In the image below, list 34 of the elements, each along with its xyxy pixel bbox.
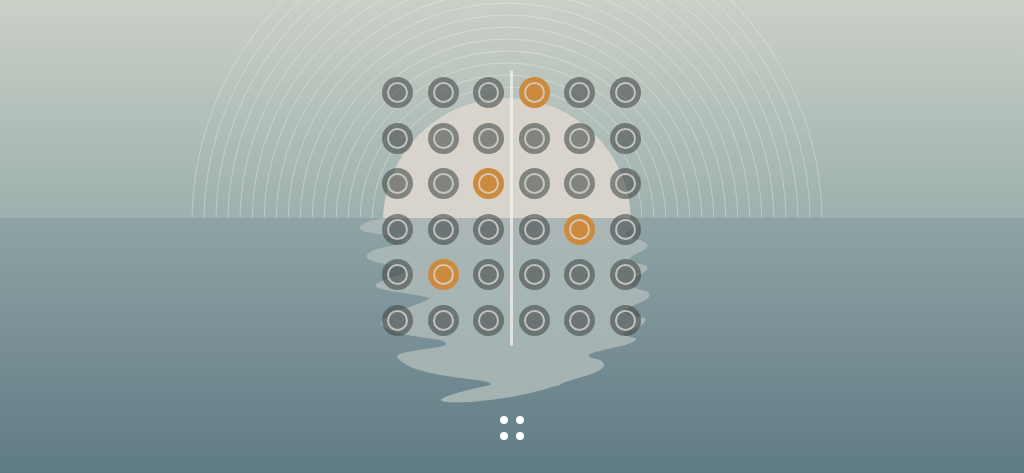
grid-dot-button[interactable]	[473, 77, 504, 108]
grid-dot-button[interactable]	[382, 77, 413, 108]
grid-dot-button[interactable]	[609, 304, 641, 336]
grid-dot-button[interactable]	[518, 213, 550, 245]
grid-dot-button[interactable]	[473, 213, 504, 245]
grid-dot-button[interactable]	[518, 304, 550, 336]
grid-dot-button[interactable]	[473, 122, 504, 154]
grid-dot-button[interactable]	[609, 168, 641, 199]
grid-dot-button[interactable]	[609, 77, 641, 108]
grid-dot-button[interactable]	[609, 122, 641, 154]
grid-dot-button[interactable]	[564, 77, 595, 108]
grid-dot-button[interactable]	[427, 304, 459, 336]
grid-dot-button[interactable]	[564, 122, 595, 154]
grid-dot-button[interactable]	[382, 213, 413, 245]
grid-dot-button[interactable]	[473, 259, 504, 290]
grid-dot-button[interactable]	[427, 77, 459, 108]
grid-dot-button[interactable]	[609, 259, 641, 290]
grid-dot-button[interactable]	[427, 122, 459, 154]
grid-dot-button[interactable]	[382, 259, 413, 290]
grid-dot-button[interactable]	[609, 213, 641, 245]
grid-dot-button[interactable]	[564, 259, 595, 290]
grid-dot-button[interactable]	[518, 122, 550, 154]
grid-dot-button[interactable]	[427, 168, 459, 199]
grid-dot-button[interactable]	[473, 304, 504, 336]
grid-dot-button[interactable]	[518, 168, 550, 199]
grid-dot-button[interactable]	[427, 213, 459, 245]
menu-button[interactable]	[497, 413, 527, 443]
grid-dot-button[interactable]	[382, 122, 413, 154]
grid-dot-button[interactable]	[382, 168, 413, 199]
grid-dot-button[interactable]	[518, 259, 550, 290]
four-dots-icon	[500, 416, 524, 440]
grid-dot-button[interactable]	[564, 304, 595, 336]
grid-dot-button[interactable]	[382, 304, 413, 336]
grid-dot-button[interactable]	[564, 168, 595, 199]
